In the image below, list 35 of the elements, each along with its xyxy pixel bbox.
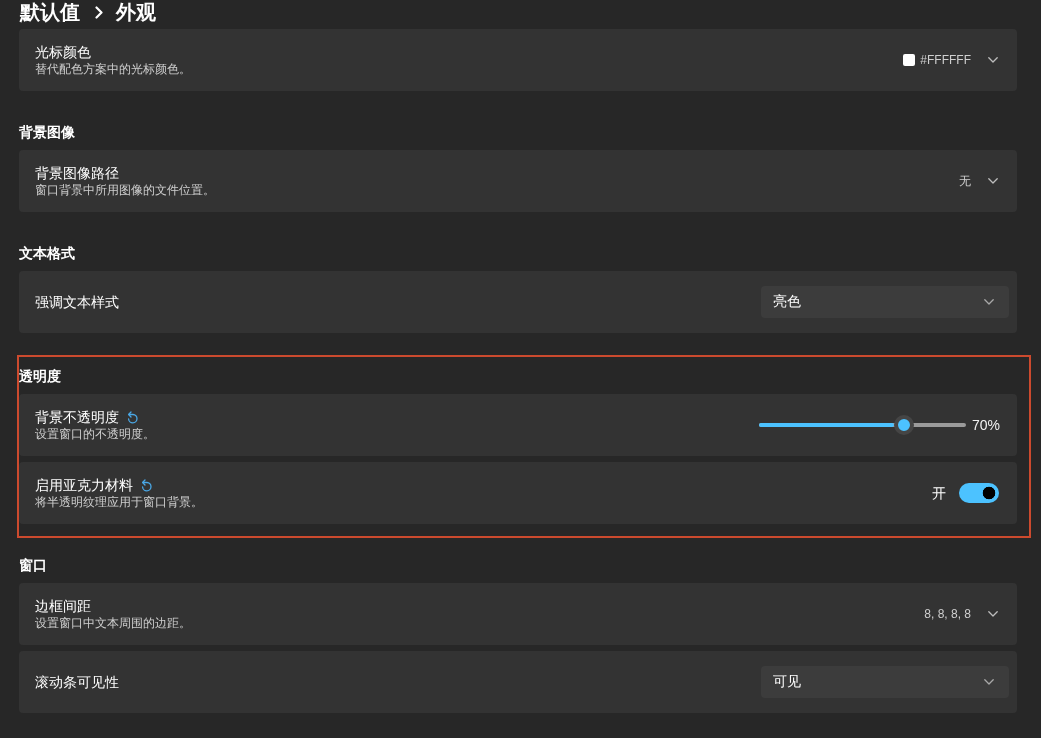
reset-icon[interactable] [126,410,138,424]
setting-description: 设置窗口中文本周围的边距。 [35,615,191,631]
section-heading: 背景图像 [19,123,76,141]
section-heading: 窗口 [19,556,48,574]
chevron-down-icon [984,679,994,685]
setting-title: 背景不透明度 [35,408,119,426]
toggle-switch[interactable] [959,483,999,503]
chevron-down-icon[interactable] [988,178,998,184]
setting-description: 将半透明纹理应用于窗口背景。 [35,494,203,510]
chevron-down-icon [984,299,994,305]
breadcrumb-item[interactable]: 默认值 [20,0,80,24]
setting-title: 启用亚克力材料 [35,476,133,494]
slider-thumb[interactable] [893,415,914,435]
breadcrumb-item: 外观 [116,0,156,24]
setting-description: 替代配色方案中的光标颜色。 [35,61,191,77]
setting-title: 背景图像路径 [35,164,119,182]
setting-description: 设置窗口的不透明度。 [35,426,155,442]
section-heading: 透明度 [19,367,62,385]
chevron-right-icon [95,5,103,19]
setting-title: 光标颜色 [35,43,91,61]
setting-title: 边框间距 [35,597,91,615]
toggle-state-label: 开 [932,484,946,502]
setting-value: 无 [959,173,971,189]
setting-title: 强调文本样式 [35,293,119,311]
setting-description: 窗口背景中所用图像的文件位置。 [35,182,215,198]
section-heading: 文本格式 [19,244,76,262]
color-value: #FFFFFF [920,52,971,68]
reset-icon[interactable] [140,478,152,492]
dropdown[interactable]: 可见 [761,666,1009,698]
chevron-down-icon[interactable] [988,611,998,617]
chevron-down-icon[interactable] [988,57,998,63]
setting-value: 8, 8, 8, 8 [924,606,971,622]
dropdown[interactable]: 亮色 [761,286,1009,318]
slider-value: 70% [971,416,1000,434]
setting-title: 滚动条可见性 [35,673,119,691]
